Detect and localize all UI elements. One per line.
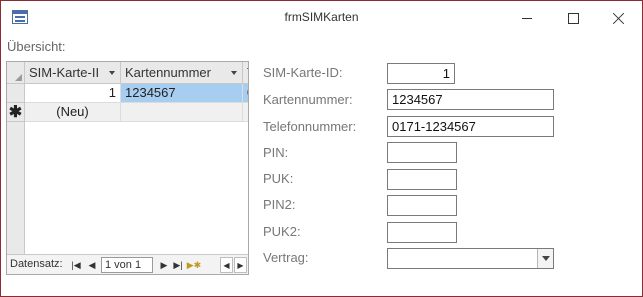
cell-telefonnummer[interactable]: 0 — [243, 84, 248, 103]
minimize-icon — [522, 17, 532, 19]
pin2-label: PIN2: — [263, 197, 296, 212]
row-selector-strip — [7, 122, 25, 254]
maximize-button[interactable] — [550, 1, 596, 35]
vertrag-label: Vertrag: — [263, 250, 309, 265]
nav-last-icon[interactable]: ▶| — [171, 257, 185, 273]
column-dropdown-icon[interactable] — [109, 71, 115, 75]
dropdown-arrow-icon[interactable] — [537, 249, 553, 268]
nav-next-icon[interactable]: ▶ — [157, 257, 171, 273]
overview-label: Übersicht: — [7, 39, 66, 54]
column-dropdown-icon[interactable] — [231, 71, 237, 75]
new-row-cell[interactable]: (Neu) — [25, 103, 121, 122]
kartennummer-label: Kartennummer: — [263, 92, 353, 107]
pin-field[interactable] — [387, 142, 457, 163]
scroll-right-icon[interactable]: ▶ — [234, 257, 247, 273]
minimize-button[interactable] — [504, 1, 550, 35]
puk-label: PUK: — [263, 171, 294, 186]
record-nav-label: Datensatz: — [10, 258, 63, 270]
record-navigation-bar: Datensatz: |◀ ◀ 1 von 1 ▶ ▶| ▶✱ ◀ ▶ — [7, 254, 248, 274]
sim-karte-id-field[interactable]: 1 — [387, 63, 455, 84]
puk-field[interactable] — [387, 169, 457, 190]
cell-sim-karte-id[interactable]: 1 — [25, 84, 121, 103]
row-selector[interactable] — [7, 84, 25, 103]
form-window: frmSIMKarten Übersicht: SIM-Karte-II Kar… — [0, 0, 643, 297]
column-header-kartennummer[interactable]: Kartennummer — [121, 62, 243, 84]
kartennummer-field[interactable]: 1234567 — [387, 89, 554, 110]
close-button[interactable] — [596, 1, 642, 35]
puk2-label: PUK2: — [263, 224, 301, 239]
maximize-icon — [567, 12, 579, 24]
scroll-left-icon[interactable]: ◀ — [220, 257, 233, 273]
telefonnummer-field[interactable]: 0171-1234567 — [387, 116, 554, 137]
record-number-input[interactable]: 1 von 1 — [101, 257, 153, 273]
nav-prev-icon[interactable]: ◀ — [85, 257, 99, 273]
vertrag-combobox[interactable] — [387, 248, 554, 269]
new-row-cell[interactable] — [243, 103, 248, 122]
datasheet-subform[interactable]: SIM-Karte-II Kartennummer T 1 1234567 0 … — [6, 61, 249, 275]
new-row-cell[interactable] — [121, 103, 243, 122]
column-header-telefonnummer[interactable]: T — [243, 62, 248, 84]
column-header-sim-karte-id[interactable]: SIM-Karte-II — [25, 62, 121, 84]
pin2-field[interactable] — [387, 195, 457, 216]
select-all-corner[interactable] — [7, 62, 25, 84]
telefonnummer-label: Telefonnummer: — [263, 119, 357, 134]
title-bar[interactable]: frmSIMKarten — [1, 1, 642, 35]
puk2-field[interactable] — [387, 222, 457, 243]
close-icon — [613, 12, 625, 24]
nav-first-icon[interactable]: |◀ — [69, 257, 83, 273]
nav-new-record-icon[interactable]: ▶✱ — [187, 257, 201, 273]
cell-kartennummer[interactable]: 1234567 — [121, 84, 243, 103]
sim-karte-id-label: SIM-Karte-ID: — [263, 65, 343, 80]
new-record-selector[interactable]: ✱ — [7, 103, 25, 122]
pin-label: PIN: — [263, 145, 289, 160]
